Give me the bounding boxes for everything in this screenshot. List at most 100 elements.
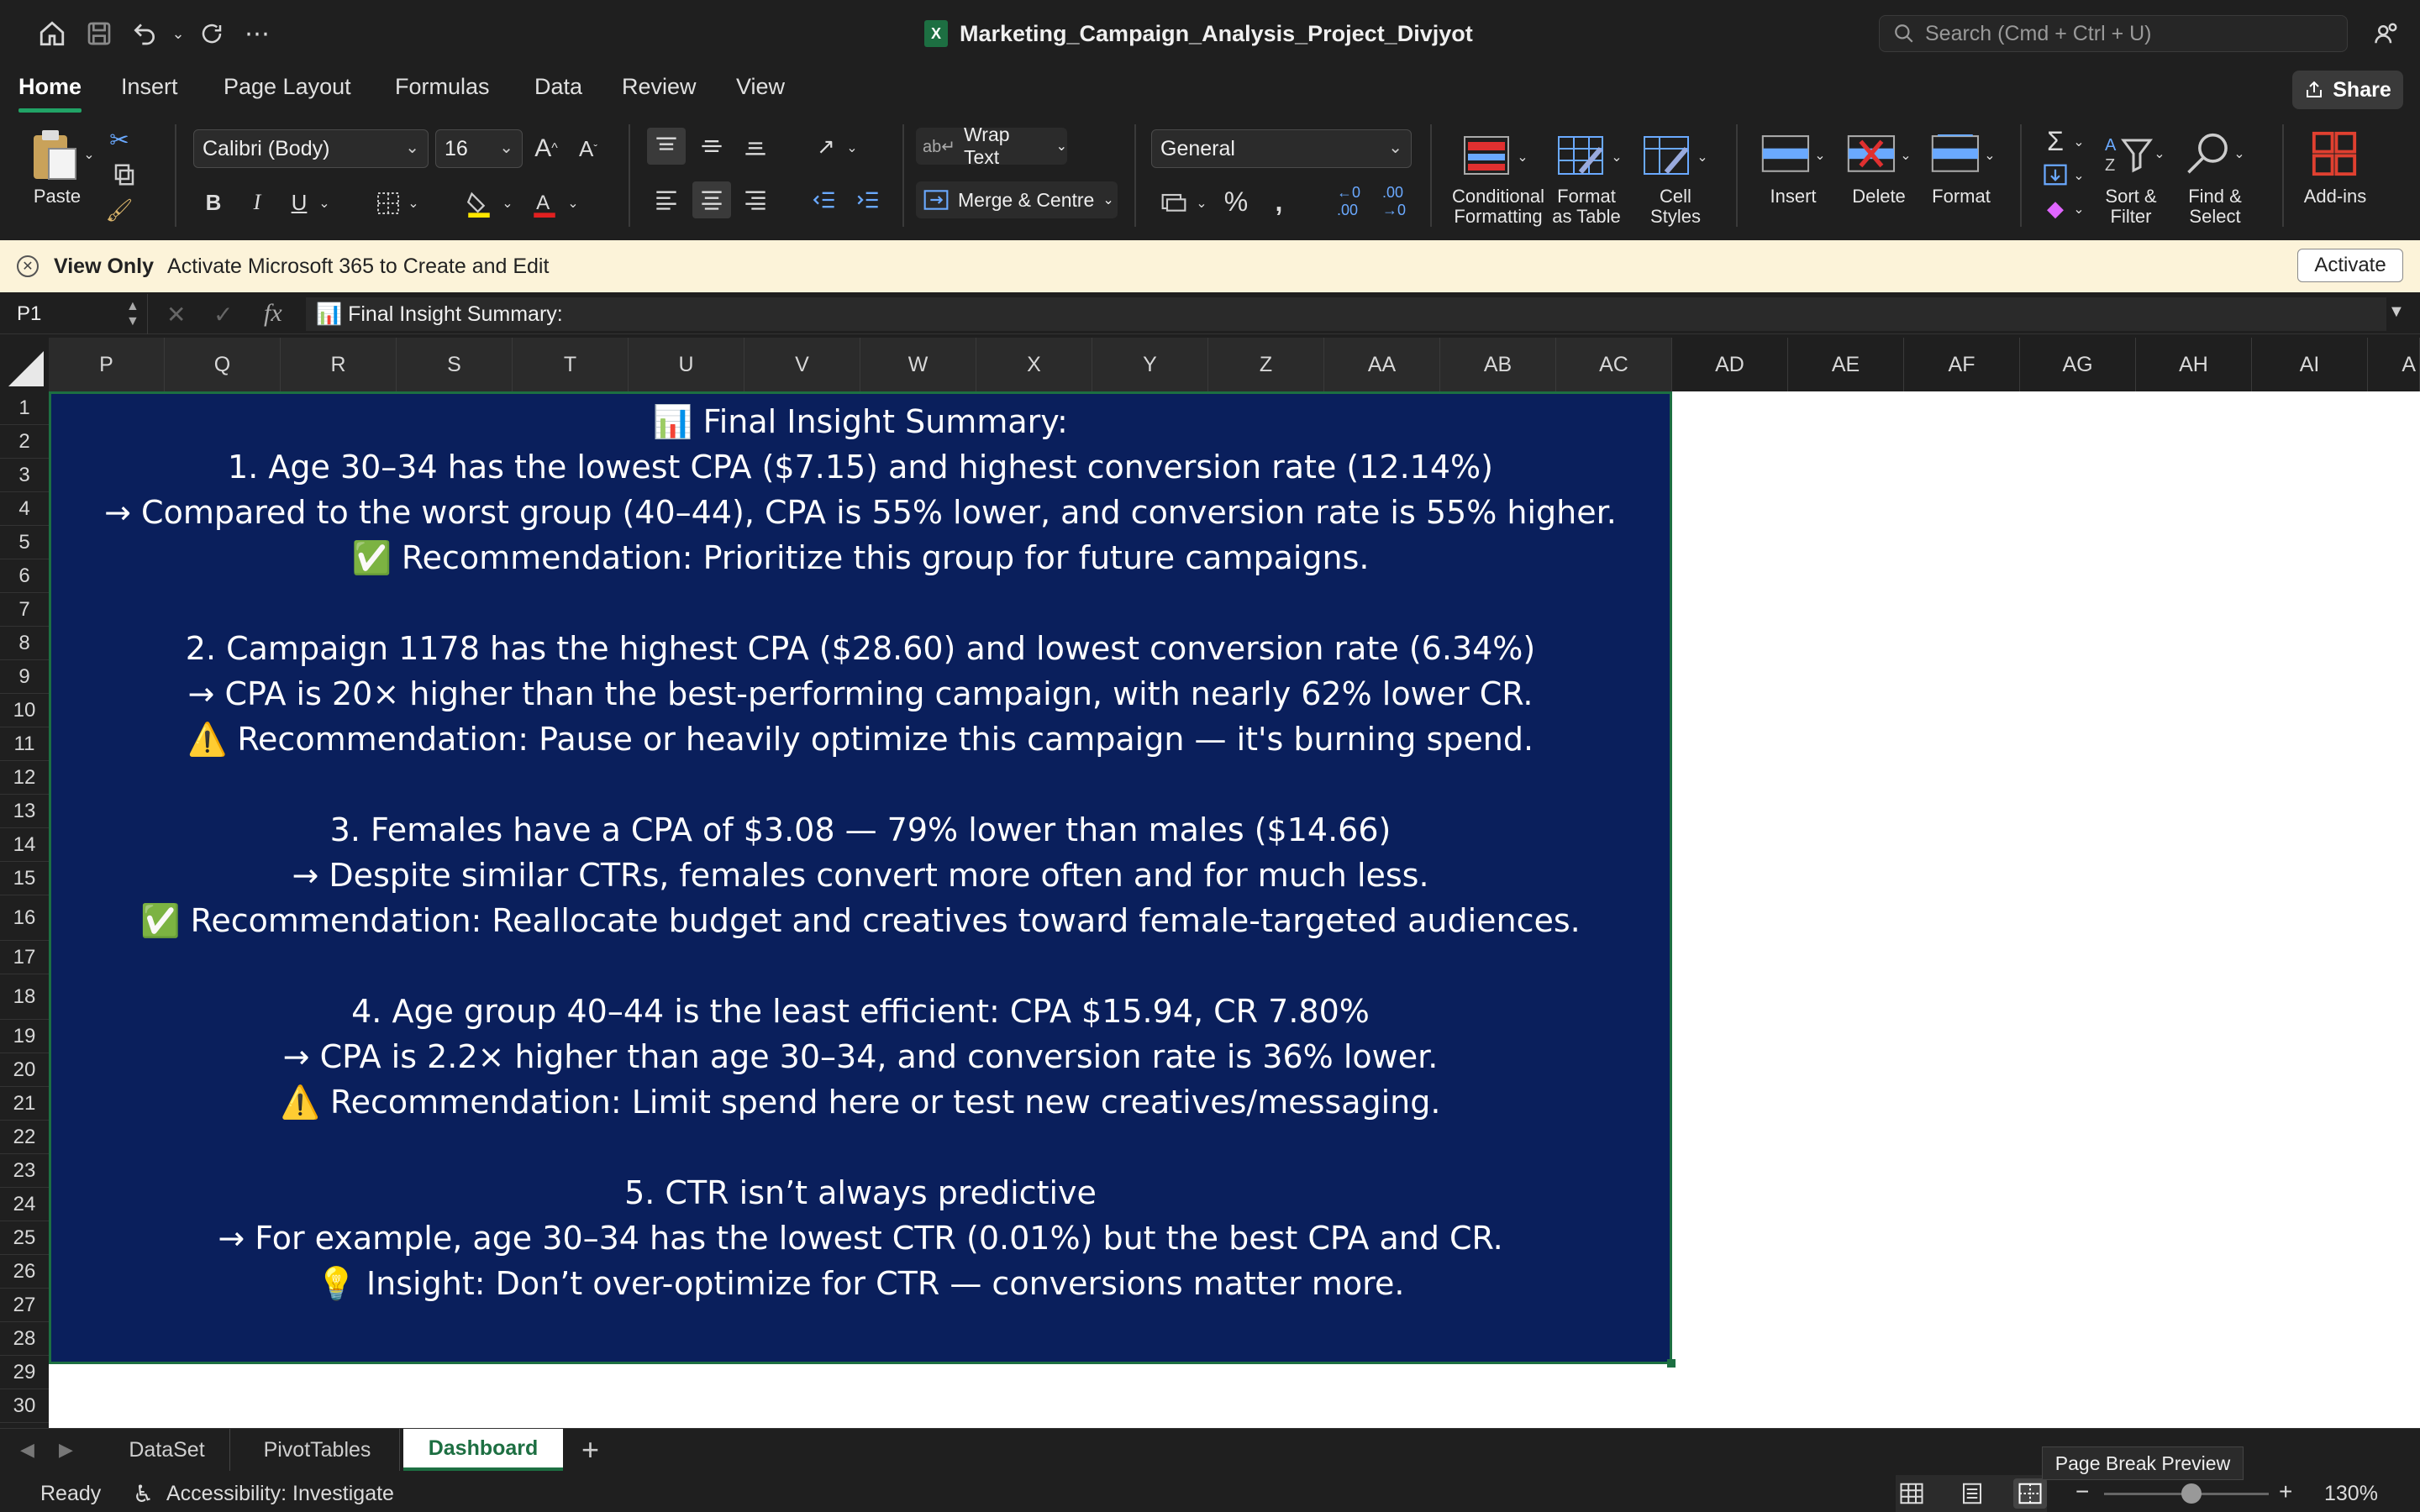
fill-icon[interactable] [2039,160,2072,190]
sort-filter-button[interactable]: AZ ⌄ [2102,126,2166,181]
row-header[interactable]: 9 [0,660,49,694]
number-format-dropdown[interactable]: General ⌄ [1151,129,1412,168]
add-ins-button[interactable] [2302,126,2366,181]
chevron-down-icon[interactable]: ⌄ [499,186,516,220]
select-all-button[interactable] [0,338,49,391]
percent-style-icon[interactable]: % [1217,183,1255,220]
column-header[interactable]: X [976,338,1092,391]
row-header[interactable]: 4 [0,492,49,526]
wrap-text-button[interactable]: ab↵ Wrap Text ⌄ [916,123,1067,168]
more-icon[interactable]: ⋯ [239,15,276,52]
sheet-tab-dashboard[interactable]: Dashboard [403,1429,563,1471]
find-select-button[interactable]: ⌄ [2183,126,2247,181]
row-header[interactable]: 6 [0,559,49,593]
tab-review[interactable]: Review [622,74,697,108]
column-header[interactable]: T [513,338,629,391]
accessibility-status[interactable]: Accessibility: Investigate [166,1482,394,1506]
format-as-table-button[interactable]: ⌄ [1556,128,1623,186]
activate-button[interactable]: Activate [2297,249,2403,282]
tab-page-layout[interactable]: Page Layout [224,74,351,108]
font-name-dropdown[interactable]: Calibri (Body) ⌄ [193,129,429,168]
chevron-down-icon[interactable]: ⌄ [405,186,422,220]
copy-icon[interactable] [101,160,148,190]
merge-centre-button[interactable]: Merge & Centre ⌄ [916,181,1118,218]
column-header[interactable]: AF [1904,338,2020,391]
clear-icon[interactable]: ◆ [2039,193,2072,223]
column-header[interactable]: V [744,338,860,391]
conditional-formatting-button[interactable]: ⌄ [1462,128,1529,186]
align-middle-icon[interactable] [692,128,731,165]
row-header[interactable]: 13 [0,795,49,828]
orientation-icon[interactable]: ↗ [807,128,845,165]
format-painter-icon[interactable]: 🖌 [104,195,134,225]
decrease-font-size-icon[interactable]: Aˇ [571,129,605,168]
chevron-down-icon[interactable]: ⌄ [565,186,581,220]
align-center-icon[interactable] [692,181,731,218]
row-header[interactable]: 19 [0,1020,49,1053]
page-break-preview-icon[interactable] [2013,1478,2047,1509]
row-header[interactable]: 12 [0,761,49,795]
chevron-down-icon[interactable]: ⌄ [2070,161,2087,190]
row-header[interactable]: 25 [0,1221,49,1255]
row-header[interactable]: 23 [0,1154,49,1188]
row-header[interactable]: 18 [0,974,49,1020]
row-header[interactable]: 22 [0,1121,49,1154]
row-header[interactable]: 26 [0,1255,49,1289]
paste-dropdown-icon[interactable]: ⌄ [81,146,97,163]
accounting-format-icon[interactable] [1155,183,1193,220]
cell-styles-button[interactable]: ⌄ [1642,128,1709,186]
bold-icon[interactable]: B [198,183,229,222]
sheet-tab-pivottables[interactable]: PivotTables [235,1429,400,1471]
tab-formulas[interactable]: Formulas [395,74,490,108]
row-header[interactable]: 28 [0,1322,49,1356]
italic-icon[interactable]: I [242,183,272,222]
column-header[interactable]: AA [1324,338,1440,391]
column-header[interactable]: AI [2252,338,2368,391]
name-box-stepper[interactable]: ▲ ▼ [126,299,139,329]
chevron-down-icon[interactable]: ⌄ [1193,186,1210,220]
comma-style-icon[interactable]: , [1262,183,1296,220]
underline-icon[interactable]: U [284,183,314,222]
column-header[interactable]: A [2368,338,2420,391]
row-header[interactable]: 30 [0,1389,49,1423]
scroll-left-icon[interactable]: ◀ [20,1439,34,1461]
increase-decimal-icon[interactable]: ←0.00 [1328,183,1370,220]
zoom-slider-thumb[interactable] [2181,1483,2202,1504]
normal-view-icon[interactable] [1899,1482,1926,1505]
row-header[interactable]: 11 [0,727,49,761]
borders-icon[interactable] [370,185,407,222]
row-header[interactable]: 1 [0,391,49,425]
spreadsheet-grid[interactable]: P Q R S T U V W X Y Z AA AB AC AD AE AF … [0,338,2420,1430]
undo-icon[interactable] [126,15,163,52]
tab-insert[interactable]: Insert [121,74,178,108]
font-color-icon[interactable]: A [526,185,563,222]
cut-icon[interactable]: ✂ [104,124,134,155]
redo-icon[interactable] [193,15,230,52]
column-header[interactable]: U [629,338,744,391]
row-header[interactable]: 20 [0,1053,49,1087]
column-header[interactable]: W [860,338,976,391]
chevron-down-icon[interactable]: ⌄ [844,133,860,163]
decrease-decimal-icon[interactable]: .00 →0 [1373,183,1415,220]
align-left-icon[interactable] [647,181,686,218]
row-header[interactable]: 14 [0,828,49,862]
column-header[interactable]: AH [2136,338,2252,391]
column-header[interactable]: Z [1208,338,1324,391]
row-header[interactable]: 24 [0,1188,49,1221]
format-cells-button[interactable]: ⌄ [1926,128,2000,183]
enter-icon[interactable]: ✓ [213,301,233,328]
row-header[interactable]: 2 [0,425,49,459]
delete-cells-button[interactable]: ⌄ [1842,128,1916,183]
row-header[interactable]: 16 [0,895,49,941]
tab-data[interactable]: Data [534,74,582,108]
row-header[interactable]: 3 [0,459,49,492]
column-header[interactable]: AB [1440,338,1556,391]
chevron-down-icon[interactable]: ⌄ [316,186,333,220]
row-header[interactable]: 15 [0,862,49,895]
column-header[interactable]: AE [1788,338,1904,391]
column-header[interactable]: R [281,338,397,391]
column-header[interactable]: P [49,338,165,391]
row-header[interactable]: 7 [0,593,49,627]
scroll-right-icon[interactable]: ▶ [59,1439,73,1461]
paste-button[interactable] [20,126,87,185]
